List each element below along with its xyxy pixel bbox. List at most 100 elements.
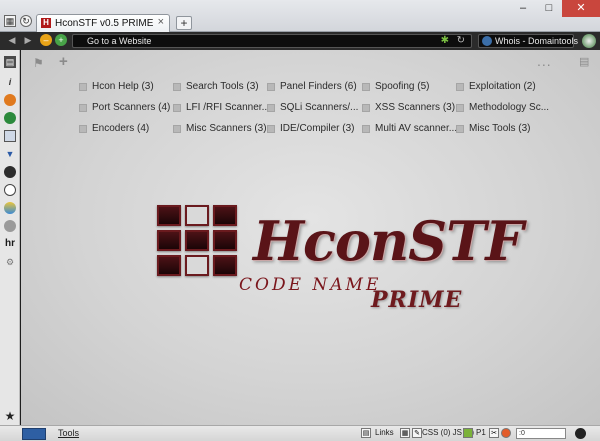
flag-icon[interactable]: ⚑ xyxy=(33,56,44,70)
dial-item[interactable]: Multi AV scanner... xyxy=(362,123,462,137)
url-input[interactable]: Go to a Website xyxy=(87,36,151,46)
dial-item-label: Methodology Sc... xyxy=(469,102,550,113)
dial-item[interactable]: Misc Tools (3) xyxy=(456,123,556,137)
dial-item[interactable]: Search Tools (3) xyxy=(173,81,273,95)
tools-link[interactable]: Tools xyxy=(58,428,79,438)
dial-item[interactable]: SQLi Scanners/... xyxy=(267,102,367,116)
dial-item-label: Port Scanners (4) xyxy=(92,102,171,113)
list-view-icon[interactable]: ▤ xyxy=(579,55,589,68)
logo-title: HconSTF xyxy=(253,209,524,273)
status-circle-icon[interactable] xyxy=(501,428,511,438)
left-sidebar: ▤ i ▼ hr ⚙ ★ xyxy=(0,50,20,425)
dial-item[interactable]: Hcon Help (3) xyxy=(79,81,179,95)
firefox-icon[interactable] xyxy=(4,94,16,106)
dial-item[interactable]: Spoofing (5) xyxy=(362,81,462,95)
star-icon[interactable]: ★ xyxy=(4,410,16,422)
dial-item[interactable]: Port Scanners (4) xyxy=(79,102,179,116)
filter-icon[interactable]: ▼ xyxy=(4,148,16,160)
status-bar: Tools ▤ Links ▦ ✎ CSS (0) JS (0) P1 ✂ :0 xyxy=(0,425,600,441)
dial-item-label: LFI /RFI Scanner... xyxy=(186,102,270,113)
stop-icon[interactable]: – xyxy=(40,34,52,46)
hconstf-logo: HconSTF CODE NAME PRIME xyxy=(157,205,524,315)
links-label[interactable]: Links xyxy=(375,428,394,437)
bookmark-star-icon[interactable]: ✱ xyxy=(441,35,449,46)
dial-item[interactable]: Exploitation (2) xyxy=(456,81,556,95)
folder-icon xyxy=(362,104,370,112)
logo-tile xyxy=(185,255,209,276)
folder-icon xyxy=(173,83,181,91)
reload-icon[interactable]: ↻ xyxy=(457,35,465,46)
sidebar-panel-icon[interactable]: ▤ xyxy=(4,56,16,68)
css-icon[interactable]: ✎ xyxy=(412,428,422,438)
page-icon[interactable]: ▦ xyxy=(400,428,410,438)
dial-item[interactable]: LFI /RFI Scanner... xyxy=(173,102,273,116)
hr-icon[interactable]: hr xyxy=(4,238,16,250)
folder-icon xyxy=(456,125,464,133)
bulb-icon[interactable] xyxy=(4,220,16,232)
screen-icon[interactable] xyxy=(4,130,16,142)
dial-item-label: Exploitation (2) xyxy=(469,81,536,92)
folder-icon xyxy=(362,83,370,91)
tab-hconstf[interactable]: H HconSTF v0.5 PRIME × xyxy=(36,14,170,32)
logo-tile xyxy=(185,205,209,226)
dial-item-label: Multi AV scanner... xyxy=(375,123,458,134)
leaf-icon[interactable] xyxy=(463,428,473,438)
folder-icon xyxy=(456,104,464,112)
status-menu-button[interactable] xyxy=(22,428,46,440)
tab-close-icon[interactable]: × xyxy=(158,16,164,28)
dial-item-label: Hcon Help (3) xyxy=(92,81,154,92)
forward-button[interactable]: ▶ xyxy=(22,34,34,46)
folder-icon xyxy=(267,125,275,133)
info-icon[interactable]: i xyxy=(4,76,16,88)
dial-item[interactable]: IDE/Compiler (3) xyxy=(267,123,367,137)
speed-dial-page: ⚑ + ... ▤ Hcon Help (3) Search Tools (3)… xyxy=(21,50,600,425)
logo-tile xyxy=(213,230,237,251)
dial-item[interactable]: Panel Finders (6) xyxy=(267,81,367,95)
hcon-favicon-icon: H xyxy=(41,18,51,28)
dial-item[interactable]: Misc Scanners (3) xyxy=(173,123,273,137)
folder-icon xyxy=(79,104,87,112)
home-icon[interactable]: + xyxy=(55,34,67,46)
dial-item-label: Encoders (4) xyxy=(92,123,150,134)
globe-icon[interactable] xyxy=(4,112,16,124)
folder-icon xyxy=(267,83,275,91)
dial-item[interactable]: XSS Scanners (3) xyxy=(362,102,462,116)
dial-item-label: Spoofing (5) xyxy=(375,81,430,92)
dial-item[interactable]: Methodology Sc... xyxy=(456,102,556,116)
dial-item[interactable]: Encoders (4) xyxy=(79,123,179,137)
logo-codename: CODE NAME xyxy=(239,275,382,295)
add-dial-icon[interactable]: + xyxy=(59,53,68,70)
logo-tile xyxy=(213,205,237,226)
power-icon[interactable] xyxy=(575,428,586,439)
back-button[interactable]: ◀ xyxy=(6,34,18,46)
app-menu-icon[interactable]: ▦ xyxy=(4,15,16,27)
search-input[interactable]: Whois - Domaintools xyxy=(495,36,578,46)
dial-item-label: IDE/Compiler (3) xyxy=(280,123,355,134)
history-icon[interactable]: ↻ xyxy=(20,15,32,27)
search-bar[interactable]: Whois - Domaintools xyxy=(478,34,578,48)
folder-icon xyxy=(79,83,87,91)
dial-item-label: XSS Scanners (3) xyxy=(375,102,456,113)
logo-tile xyxy=(213,255,237,276)
close-window-button[interactable]: ✕ xyxy=(562,0,600,17)
mask-icon[interactable] xyxy=(4,166,16,178)
url-bar[interactable]: Go to a Website ✱ ↻ xyxy=(72,34,472,48)
new-tab-button[interactable]: + xyxy=(176,16,192,30)
dial-item-label: SQLi Scanners/... xyxy=(280,102,359,113)
search-engine-icon[interactable] xyxy=(482,36,492,46)
gauge-icon[interactable] xyxy=(4,184,16,196)
network-icon[interactable]: ⚙ xyxy=(4,256,16,268)
extension-icon[interactable] xyxy=(582,34,596,48)
dial-item-label: Search Tools (3) xyxy=(186,81,259,92)
more-options-icon[interactable]: ... xyxy=(537,53,552,69)
status-input[interactable]: :0 xyxy=(516,428,566,439)
palette-icon[interactable] xyxy=(4,202,16,214)
logo-tile xyxy=(185,230,209,251)
folder-icon xyxy=(456,83,464,91)
links-icon[interactable]: ▤ xyxy=(361,428,371,438)
tool-icon[interactable]: ✂ xyxy=(489,428,499,438)
p1-label[interactable]: P1 xyxy=(476,428,486,437)
minimize-button[interactable]: – xyxy=(510,0,536,17)
maximize-button[interactable]: □ xyxy=(536,0,562,17)
folder-icon xyxy=(173,104,181,112)
